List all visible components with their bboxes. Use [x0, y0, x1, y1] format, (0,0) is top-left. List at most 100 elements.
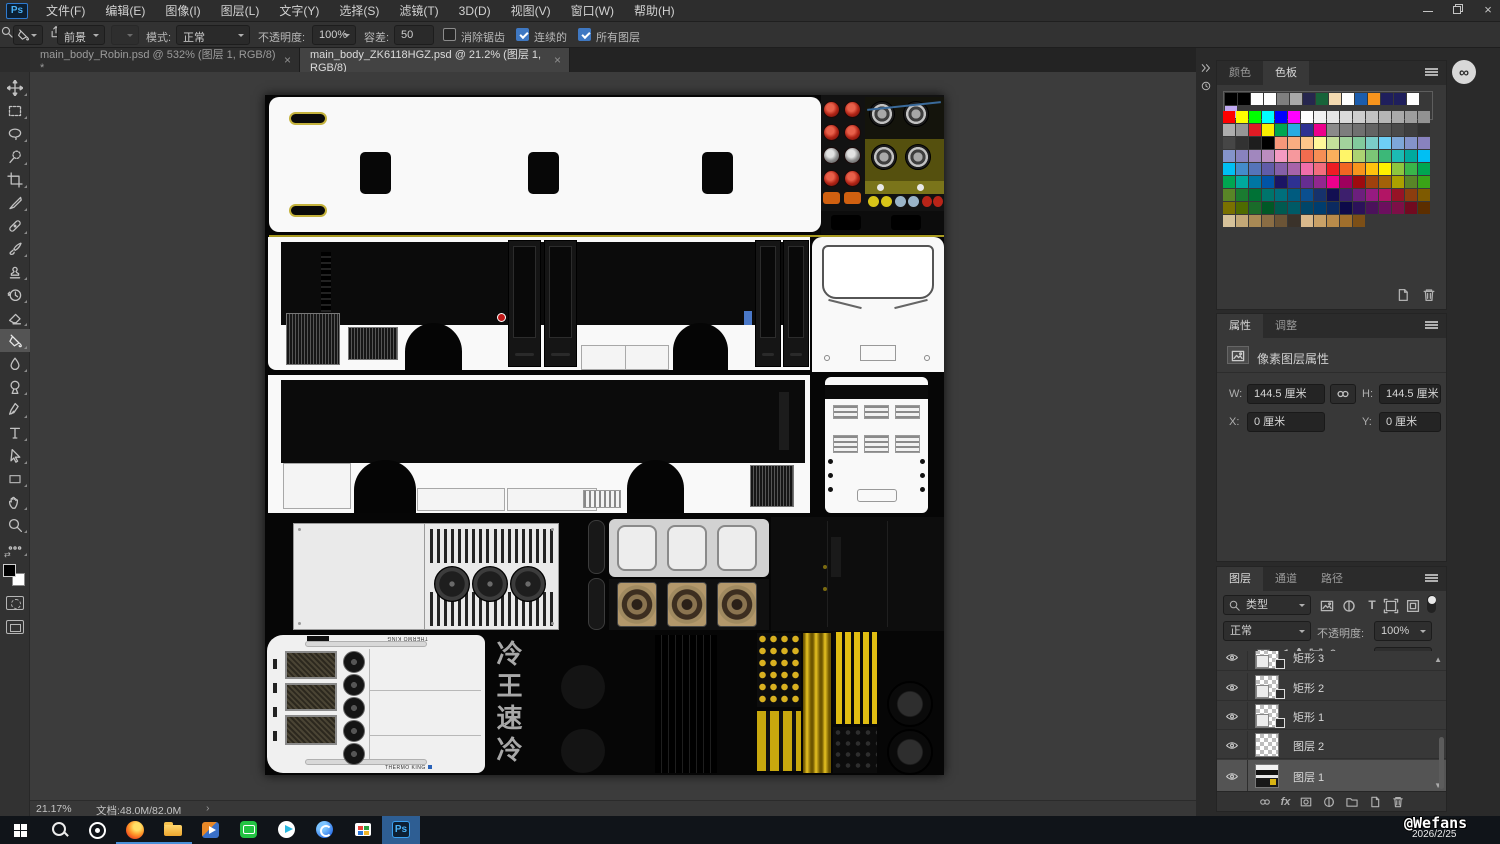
color-swatch[interactable] [1301, 202, 1313, 214]
zoom-tool[interactable] [0, 513, 30, 536]
layer-mask-icon[interactable] [1299, 795, 1313, 809]
color-swatch[interactable] [1379, 189, 1391, 201]
color-swatch[interactable] [1301, 189, 1313, 201]
foreground-color-swatch[interactable] [3, 564, 16, 577]
color-swatch[interactable] [1340, 150, 1352, 162]
panel-collapse-strip[interactable] [1198, 58, 1214, 118]
color-swatch[interactable] [1366, 124, 1378, 136]
mode-select[interactable]: 正常 [176, 25, 250, 45]
color-swatch[interactable] [1405, 202, 1417, 214]
taskbar-iqiyi-icon[interactable] [230, 816, 268, 844]
menu-item[interactable]: 编辑(E) [95, 0, 155, 22]
color-swatch[interactable] [1264, 93, 1276, 105]
collapse-panels-icon[interactable] [1200, 62, 1212, 74]
layer-visibility-icon[interactable] [1225, 681, 1239, 693]
color-swatch[interactable] [1418, 124, 1430, 136]
color-swatch[interactable] [1379, 124, 1391, 136]
color-swatch[interactable] [1327, 111, 1339, 123]
color-swatch[interactable] [1236, 176, 1248, 188]
color-swatch[interactable] [1275, 111, 1287, 123]
color-swatch[interactable] [1340, 163, 1352, 175]
eraser-tool[interactable] [0, 306, 30, 329]
color-swatch[interactable] [1418, 137, 1430, 149]
color-swatch[interactable] [1236, 150, 1248, 162]
status-more-icon[interactable]: › [206, 802, 210, 814]
color-swatch[interactable] [1288, 202, 1300, 214]
x-field[interactable]: 0 厘米 [1247, 412, 1325, 432]
psd-document[interactable]: THERMO KING THERMO KING 冷王速冷 [265, 95, 944, 775]
color-swatch[interactable] [1275, 163, 1287, 175]
layer-row[interactable]: 图层 1▼ [1217, 760, 1446, 793]
color-swatch[interactable] [1340, 189, 1352, 201]
color-swatch[interactable] [1249, 215, 1261, 227]
color-swatch[interactable] [1418, 111, 1430, 123]
antialias-checkbox[interactable] [443, 28, 456, 41]
width-field[interactable]: 144.5 厘米 [1247, 384, 1325, 404]
color-swatch[interactable] [1275, 202, 1287, 214]
opacity-input[interactable]: 100% [312, 25, 356, 45]
color-swatch[interactable] [1392, 137, 1404, 149]
layer-row[interactable]: 矩形 3▲ [1217, 651, 1446, 671]
color-swatch[interactable] [1405, 137, 1417, 149]
color-swatch[interactable] [1327, 150, 1339, 162]
layer-visibility-icon[interactable] [1225, 770, 1239, 782]
layer-visibility-icon[interactable] [1225, 739, 1239, 751]
color-swatch[interactable] [1275, 124, 1287, 136]
screen-mode-button[interactable] [6, 620, 24, 634]
color-swatch[interactable] [1381, 93, 1393, 105]
color-swatch[interactable] [1262, 150, 1274, 162]
tab-adjustments[interactable]: 调整 [1263, 314, 1309, 338]
layer-name[interactable]: 矩形 1 [1293, 709, 1324, 725]
color-swatch[interactable] [1392, 124, 1404, 136]
color-swatch[interactable] [1366, 111, 1378, 123]
color-swatch[interactable] [1379, 163, 1391, 175]
taskbar-media-player-icon[interactable] [192, 816, 230, 844]
color-swatch[interactable] [1238, 93, 1250, 105]
menu-item[interactable]: 窗口(W) [561, 0, 624, 22]
color-swatch[interactable] [1301, 215, 1313, 227]
close-button[interactable]: × [1473, 0, 1500, 22]
color-swatch[interactable] [1249, 163, 1261, 175]
color-swatch[interactable] [1249, 150, 1261, 162]
color-swatch[interactable] [1392, 111, 1404, 123]
color-swatch[interactable] [1353, 150, 1365, 162]
type-tool[interactable] [0, 421, 30, 444]
color-swatch[interactable] [1275, 215, 1287, 227]
filter-type-layers-icon[interactable]: T [1364, 598, 1380, 614]
panel-menu-icon[interactable] [1425, 71, 1438, 73]
color-swatch[interactable] [1394, 93, 1406, 105]
taskbar-search-icon[interactable] [40, 816, 78, 844]
color-swatch[interactable] [1353, 163, 1365, 175]
color-swatch[interactable] [1223, 137, 1235, 149]
brush-tool[interactable] [0, 237, 30, 260]
link-dimensions-icon[interactable] [1330, 384, 1356, 404]
menu-item[interactable]: 滤镜(T) [389, 0, 448, 22]
color-swatch[interactable] [1288, 111, 1300, 123]
color-swatch[interactable] [1223, 202, 1235, 214]
color-swatch[interactable] [1223, 124, 1235, 136]
taskbar-store-icon[interactable] [344, 816, 382, 844]
foreground-background-colors[interactable] [3, 564, 27, 588]
layer-row[interactable]: 矩形 2 [1217, 673, 1446, 701]
menu-item[interactable]: 文件(F) [36, 0, 95, 22]
color-swatch[interactable] [1236, 163, 1248, 175]
layer-name[interactable]: 矩形 3 [1293, 651, 1324, 666]
color-swatch[interactable] [1353, 111, 1365, 123]
color-swatch[interactable] [1288, 215, 1300, 227]
menu-item[interactable]: 选择(S) [329, 0, 389, 22]
menu-item[interactable]: 图像(I) [155, 0, 210, 22]
tolerance-input[interactable]: 50 [394, 25, 434, 45]
color-swatch[interactable] [1366, 176, 1378, 188]
color-swatch[interactable] [1314, 163, 1326, 175]
color-swatch[interactable] [1392, 202, 1404, 214]
history-panel-icon[interactable] [1200, 80, 1212, 92]
layer-filter-select[interactable]: 类型 [1223, 595, 1311, 615]
menu-item[interactable]: 视图(V) [501, 0, 561, 22]
color-swatch[interactable] [1262, 124, 1274, 136]
tab-channels[interactable]: 通道 [1263, 567, 1309, 591]
color-swatch[interactable] [1379, 150, 1391, 162]
hand-tool[interactable] [0, 490, 30, 513]
color-swatch[interactable] [1327, 202, 1339, 214]
dodge-tool[interactable] [0, 375, 30, 398]
color-swatch[interactable] [1340, 137, 1352, 149]
